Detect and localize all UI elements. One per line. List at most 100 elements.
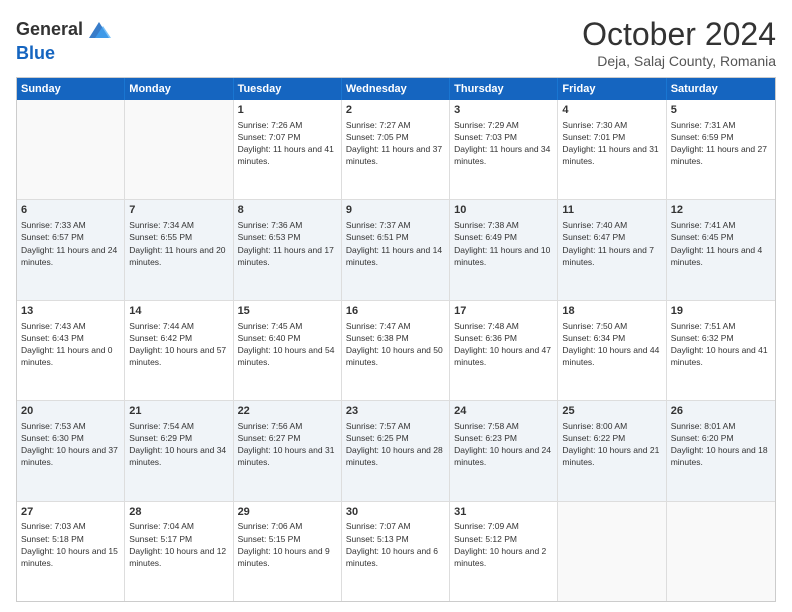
cell-info: Sunrise: 7:27 AM Sunset: 7:05 PM Dayligh… <box>346 120 442 166</box>
cell-info: Sunrise: 7:45 AM Sunset: 6:40 PM Dayligh… <box>238 321 335 367</box>
day-number: 9 <box>346 203 445 218</box>
day-number: 20 <box>21 404 120 419</box>
day-of-week-header: Sunday <box>17 78 125 100</box>
calendar-day-cell: 14Sunrise: 7:44 AM Sunset: 6:42 PM Dayli… <box>125 301 233 400</box>
day-number: 8 <box>238 203 337 218</box>
calendar-day-cell: 12 Sunrise: 7:41 AM Sunset: 6:45 PM Dayli… <box>667 200 775 299</box>
day-number: 13 <box>21 304 120 319</box>
calendar-day-cell: 21 Sunrise: 7:54 AM Sunset: 6:29 PM Dayli… <box>125 401 233 500</box>
day-number: 3 <box>454 103 553 118</box>
cell-info: Sunrise: 7:04 AM Sunset: 5:17 PM Dayligh… <box>129 521 226 567</box>
location: Deja, Salaj County, Romania <box>582 53 776 69</box>
cell-info: Sunrise: 7:36 AM Sunset: 6:53 PM Dayligh… <box>238 220 334 266</box>
cell-info: Sunrise: 8:00 AM Sunset: 6:22 PM Dayligh… <box>562 421 659 467</box>
day-number: 2 <box>346 103 445 118</box>
logo-general-text: General <box>16 20 83 40</box>
cell-info: Sunrise: 7:37 AM Sunset: 6:51 PM Dayligh… <box>346 220 442 266</box>
day-number: 5 <box>671 103 771 118</box>
cell-info: Sunrise: 7:33 AM Sunset: 6:57 PM Dayligh… <box>21 220 117 266</box>
cell-info: Sunrise: 7:51 AM Sunset: 6:32 PM Dayligh… <box>671 321 768 367</box>
calendar-day-cell: 5 Sunrise: 7:31 AM Sunset: 6:59 PM Daylig… <box>667 100 775 199</box>
cell-info: Sunrise: 7:31 AM Sunset: 6:59 PM Dayligh… <box>671 120 767 166</box>
calendar-day-cell: 24 Sunrise: 7:58 AM Sunset: 6:23 PM Dayli… <box>450 401 558 500</box>
day-number: 30 <box>346 505 445 520</box>
calendar-week-row: 6 Sunrise: 7:33 AM Sunset: 6:57 PM Daylig… <box>17 200 775 300</box>
calendar-day-cell: 28Sunrise: 7:04 AM Sunset: 5:17 PM Dayli… <box>125 502 233 601</box>
calendar-day-cell: 15 Sunrise: 7:45 AM Sunset: 6:40 PM Dayli… <box>234 301 342 400</box>
day-number: 22 <box>238 404 337 419</box>
day-number: 15 <box>238 304 337 319</box>
calendar-day-cell: 7Sunrise: 7:34 AM Sunset: 6:55 PM Daylig… <box>125 200 233 299</box>
day-of-week-header: Friday <box>558 78 666 100</box>
calendar-week-row: 13Sunrise: 7:43 AM Sunset: 6:43 PM Dayli… <box>17 301 775 401</box>
calendar-day-cell: 8 Sunrise: 7:36 AM Sunset: 6:53 PM Daylig… <box>234 200 342 299</box>
calendar-day-cell: 27Sunrise: 7:03 AM Sunset: 5:18 PM Dayli… <box>17 502 125 601</box>
calendar-week-row: 20 Sunrise: 7:53 AM Sunset: 6:30 PM Dayli… <box>17 401 775 501</box>
day-number: 24 <box>454 404 553 419</box>
day-number: 12 <box>671 203 771 218</box>
day-number: 29 <box>238 505 337 520</box>
day-of-week-header: Tuesday <box>234 78 342 100</box>
calendar-day-cell: 18Sunrise: 7:50 AM Sunset: 6:34 PM Dayli… <box>558 301 666 400</box>
cell-info: Sunrise: 7:56 AM Sunset: 6:27 PM Dayligh… <box>238 421 335 467</box>
calendar-day-cell: 19Sunrise: 7:51 AM Sunset: 6:32 PM Dayli… <box>667 301 775 400</box>
cell-info: Sunrise: 7:48 AM Sunset: 6:36 PM Dayligh… <box>454 321 551 367</box>
logo-blue-text: Blue <box>16 43 55 63</box>
calendar-day-cell: 29Sunrise: 7:06 AM Sunset: 5:15 PM Dayli… <box>234 502 342 601</box>
cell-info: Sunrise: 7:47 AM Sunset: 6:38 PM Dayligh… <box>346 321 443 367</box>
cell-info: Sunrise: 7:44 AM Sunset: 6:42 PM Dayligh… <box>129 321 226 367</box>
cell-info: Sunrise: 7:50 AM Sunset: 6:34 PM Dayligh… <box>562 321 659 367</box>
cell-info: Sunrise: 7:34 AM Sunset: 6:55 PM Dayligh… <box>129 220 225 266</box>
day-number: 23 <box>346 404 445 419</box>
calendar-day-cell <box>125 100 233 199</box>
calendar: SundayMondayTuesdayWednesdayThursdayFrid… <box>16 77 776 602</box>
cell-info: Sunrise: 7:26 AM Sunset: 7:07 PM Dayligh… <box>238 120 334 166</box>
logo: General Blue <box>16 16 113 64</box>
calendar-day-cell: 22 Sunrise: 7:56 AM Sunset: 6:27 PM Dayli… <box>234 401 342 500</box>
cell-info: Sunrise: 7:58 AM Sunset: 6:23 PM Dayligh… <box>454 421 551 467</box>
day-number: 1 <box>238 103 337 118</box>
day-of-week-header: Wednesday <box>342 78 450 100</box>
cell-info: Sunrise: 7:53 AM Sunset: 6:30 PM Dayligh… <box>21 421 118 467</box>
calendar-day-cell: 31Sunrise: 7:09 AM Sunset: 5:12 PM Dayli… <box>450 502 558 601</box>
calendar-day-cell: 2 Sunrise: 7:27 AM Sunset: 7:05 PM Daylig… <box>342 100 450 199</box>
calendar-header: SundayMondayTuesdayWednesdayThursdayFrid… <box>17 78 775 100</box>
day-number: 25 <box>562 404 661 419</box>
day-number: 21 <box>129 404 228 419</box>
calendar-day-cell <box>667 502 775 601</box>
day-number: 17 <box>454 304 553 319</box>
calendar-day-cell: 3 Sunrise: 7:29 AM Sunset: 7:03 PM Daylig… <box>450 100 558 199</box>
day-of-week-header: Monday <box>125 78 233 100</box>
page: General Blue October 2024 Deja, Salaj Co… <box>0 0 792 612</box>
calendar-day-cell <box>558 502 666 601</box>
calendar-day-cell: 10 Sunrise: 7:38 AM Sunset: 6:49 PM Dayli… <box>450 200 558 299</box>
calendar-day-cell: 23 Sunrise: 7:57 AM Sunset: 6:25 PM Dayli… <box>342 401 450 500</box>
day-number: 26 <box>671 404 771 419</box>
calendar-day-cell: 9 Sunrise: 7:37 AM Sunset: 6:51 PM Daylig… <box>342 200 450 299</box>
calendar-week-row: 1 Sunrise: 7:26 AM Sunset: 7:07 PM Daylig… <box>17 100 775 200</box>
calendar-day-cell: 4Sunrise: 7:30 AM Sunset: 7:01 PM Daylig… <box>558 100 666 199</box>
calendar-day-cell: 17 Sunrise: 7:48 AM Sunset: 6:36 PM Dayli… <box>450 301 558 400</box>
calendar-day-cell: 11Sunrise: 7:40 AM Sunset: 6:47 PM Dayli… <box>558 200 666 299</box>
day-number: 31 <box>454 505 553 520</box>
cell-info: Sunrise: 7:38 AM Sunset: 6:49 PM Dayligh… <box>454 220 550 266</box>
calendar-day-cell <box>17 100 125 199</box>
calendar-body: 1 Sunrise: 7:26 AM Sunset: 7:07 PM Daylig… <box>17 100 775 601</box>
cell-info: Sunrise: 7:07 AM Sunset: 5:13 PM Dayligh… <box>346 521 438 567</box>
day-number: 10 <box>454 203 553 218</box>
logo-icon <box>85 16 113 44</box>
title-block: October 2024 Deja, Salaj County, Romania <box>582 16 776 69</box>
cell-info: Sunrise: 8:01 AM Sunset: 6:20 PM Dayligh… <box>671 421 768 467</box>
calendar-week-row: 27Sunrise: 7:03 AM Sunset: 5:18 PM Dayli… <box>17 502 775 601</box>
day-number: 6 <box>21 203 120 218</box>
day-number: 27 <box>21 505 120 520</box>
calendar-day-cell: 20 Sunrise: 7:53 AM Sunset: 6:30 PM Dayli… <box>17 401 125 500</box>
day-number: 11 <box>562 203 661 218</box>
cell-info: Sunrise: 7:41 AM Sunset: 6:45 PM Dayligh… <box>671 220 763 266</box>
calendar-day-cell: 26 Sunrise: 8:01 AM Sunset: 6:20 PM Dayli… <box>667 401 775 500</box>
day-number: 28 <box>129 505 228 520</box>
cell-info: Sunrise: 7:03 AM Sunset: 5:18 PM Dayligh… <box>21 521 118 567</box>
cell-info: Sunrise: 7:57 AM Sunset: 6:25 PM Dayligh… <box>346 421 443 467</box>
cell-info: Sunrise: 7:54 AM Sunset: 6:29 PM Dayligh… <box>129 421 226 467</box>
cell-info: Sunrise: 7:29 AM Sunset: 7:03 PM Dayligh… <box>454 120 550 166</box>
